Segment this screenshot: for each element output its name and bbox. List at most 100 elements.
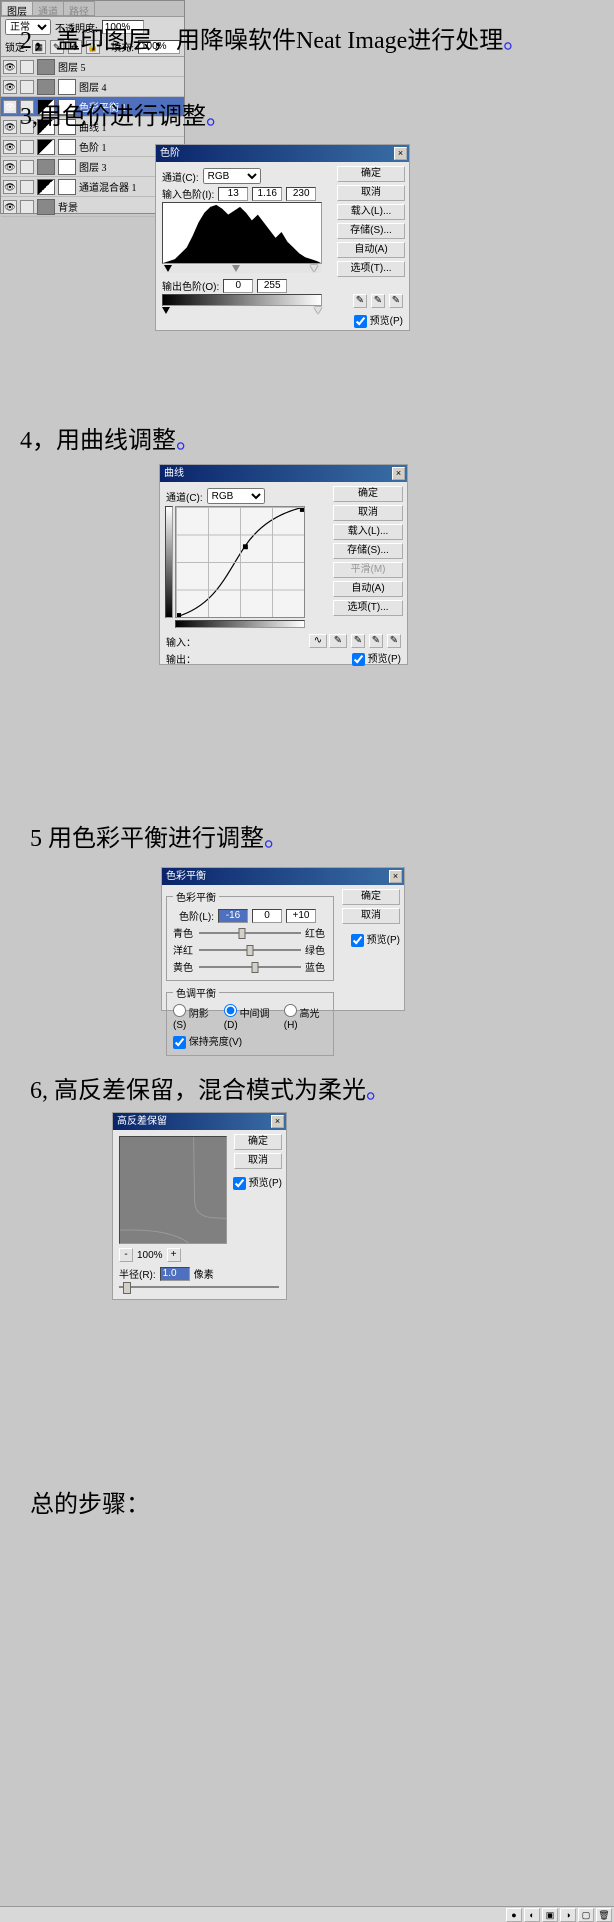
curves-load-button[interactable]: 载入(L)... bbox=[333, 524, 403, 540]
tab-channels[interactable]: 通道 bbox=[32, 1, 64, 16]
cb-preserve-checkbox[interactable]: 保持亮度(V) bbox=[173, 1033, 327, 1049]
step-2-text: 2，盖印图层，用降噪软件Neat Image进行处理。 bbox=[20, 20, 527, 55]
curves-save-button[interactable]: 存储(S)... bbox=[333, 543, 403, 559]
levels-ok-button[interactable]: 确定 bbox=[337, 166, 405, 182]
layer-set-icon[interactable]: ▣ bbox=[542, 1908, 558, 1922]
cb-slider-1[interactable]: 洋红绿色 bbox=[173, 942, 327, 957]
cb-preview-checkbox[interactable]: 预览(P) bbox=[351, 931, 400, 947]
curves-channel-select[interactable]: RGB bbox=[207, 488, 265, 504]
hp-preview-checkbox[interactable]: 预览(P) bbox=[233, 1174, 282, 1190]
curves-preview-checkbox[interactable]: 预览(P) bbox=[352, 650, 401, 666]
visibility-eye-icon[interactable]: 👁 bbox=[3, 160, 17, 174]
levels-options-button[interactable]: 选项(T)... bbox=[337, 261, 405, 277]
cb-shadows-radio[interactable]: 阴影(S) bbox=[173, 1004, 216, 1031]
levels-in-gamma[interactable] bbox=[252, 187, 282, 201]
cb-ok-button[interactable]: 确定 bbox=[342, 889, 400, 905]
new-layer-icon[interactable]: ▢ bbox=[578, 1908, 594, 1922]
cb-titlebar[interactable]: 色彩平衡 × bbox=[162, 868, 404, 885]
link-icon[interactable] bbox=[20, 140, 34, 154]
levels-out-black[interactable] bbox=[223, 279, 253, 293]
tab-paths[interactable]: 路径 bbox=[63, 1, 95, 16]
mask-thumb-icon bbox=[58, 139, 76, 155]
link-icon[interactable] bbox=[20, 80, 34, 94]
link-icon[interactable] bbox=[20, 180, 34, 194]
cb-value-2[interactable] bbox=[252, 909, 282, 923]
curves-smooth-button[interactable]: 平滑(M) bbox=[333, 562, 403, 578]
visibility-eye-icon[interactable]: 👁 bbox=[3, 100, 17, 114]
levels-titlebar[interactable]: 色阶 × bbox=[156, 145, 409, 162]
layer-thumb-icon bbox=[37, 59, 55, 75]
hp-radius-input[interactable] bbox=[160, 1267, 190, 1281]
visibility-eye-icon[interactable]: 👁 bbox=[3, 200, 17, 214]
levels-load-button[interactable]: 载入(L)... bbox=[337, 204, 405, 220]
cb-value-3[interactable] bbox=[286, 909, 316, 923]
curves-ok-button[interactable]: 确定 bbox=[333, 486, 403, 502]
eyedropper-gray-icon[interactable]: ✎ bbox=[371, 294, 385, 308]
cb-highlights-radio[interactable]: 高光(H) bbox=[284, 1004, 327, 1031]
hp-zoom-out-button[interactable]: - bbox=[119, 1248, 133, 1262]
mask-thumb-icon bbox=[58, 159, 76, 175]
levels-in-white[interactable] bbox=[286, 187, 316, 201]
levels-save-button[interactable]: 存储(S)... bbox=[337, 223, 405, 239]
cb-slider-0[interactable]: 青色红色 bbox=[173, 925, 327, 940]
cb-cancel-button[interactable]: 取消 bbox=[342, 908, 400, 924]
link-icon[interactable] bbox=[20, 60, 34, 74]
eyedropper-gray-icon[interactable]: ✎ bbox=[369, 634, 383, 648]
curve-pencil-tool-icon[interactable]: ✎ bbox=[329, 634, 347, 648]
hp-radius-slider[interactable] bbox=[119, 1282, 279, 1292]
curves-options-button[interactable]: 选项(T)... bbox=[333, 600, 403, 616]
link-icon[interactable] bbox=[20, 200, 34, 214]
step-6-text: 6, 高反差保留，混合模式为柔光。 bbox=[30, 1070, 390, 1105]
eyedropper-white-icon[interactable]: ✎ bbox=[389, 294, 403, 308]
levels-channel-select[interactable]: RGB bbox=[203, 168, 261, 184]
hp-zoom-in-button[interactable]: + bbox=[167, 1248, 181, 1262]
layer-mask-icon[interactable]: ◐ bbox=[524, 1908, 540, 1922]
trash-icon[interactable]: 🗑 bbox=[596, 1908, 612, 1922]
levels-channel-label: 通道(C): bbox=[162, 169, 199, 184]
levels-input-slider[interactable] bbox=[162, 265, 322, 273]
curve-point-tool-icon[interactable]: ∿ bbox=[309, 634, 327, 648]
adjustment-thumb-icon bbox=[37, 139, 55, 155]
cb-value-1[interactable] bbox=[218, 909, 248, 923]
hp-cancel-button[interactable]: 取消 bbox=[234, 1153, 282, 1169]
adjustment-layer-icon[interactable]: ◑ bbox=[560, 1908, 576, 1922]
curves-auto-button[interactable]: 自动(A) bbox=[333, 581, 403, 597]
visibility-eye-icon[interactable]: 👁 bbox=[3, 120, 17, 134]
hp-titlebar[interactable]: 高反差保留 × bbox=[113, 1113, 286, 1130]
eyedropper-black-icon[interactable]: ✎ bbox=[351, 634, 365, 648]
visibility-eye-icon[interactable]: 👁 bbox=[3, 140, 17, 154]
curves-output-label: 输出： bbox=[166, 655, 196, 666]
visibility-eye-icon[interactable]: 👁 bbox=[3, 60, 17, 74]
layer-row[interactable]: 👁图层 5 bbox=[1, 57, 184, 77]
levels-output-slider[interactable] bbox=[162, 307, 322, 315]
hp-title: 高反差保留 bbox=[117, 1113, 167, 1130]
close-icon[interactable]: × bbox=[271, 1115, 284, 1128]
close-icon[interactable]: × bbox=[392, 467, 405, 480]
levels-input-label: 输入色阶(I): bbox=[162, 186, 214, 201]
levels-preview-checkbox[interactable]: 预览(P) bbox=[354, 312, 403, 328]
levels-auto-button[interactable]: 自动(A) bbox=[337, 242, 405, 258]
curves-cancel-button[interactable]: 取消 bbox=[333, 505, 403, 521]
step-5-text: 5 用色彩平衡进行调整。 bbox=[30, 818, 288, 853]
hp-preview-image[interactable] bbox=[119, 1136, 227, 1244]
levels-cancel-button[interactable]: 取消 bbox=[337, 185, 405, 201]
curves-grid[interactable] bbox=[175, 506, 305, 618]
cb-slider-2[interactable]: 黄色蓝色 bbox=[173, 959, 327, 974]
close-icon[interactable]: × bbox=[394, 147, 407, 160]
visibility-eye-icon[interactable]: 👁 bbox=[3, 180, 17, 194]
cb-midtones-radio[interactable]: 中间调(D) bbox=[224, 1004, 276, 1031]
visibility-eye-icon[interactable]: 👁 bbox=[3, 80, 17, 94]
eyedropper-white-icon[interactable]: ✎ bbox=[387, 634, 401, 648]
levels-output-gradient bbox=[162, 294, 322, 306]
levels-in-black[interactable] bbox=[218, 187, 248, 201]
eyedropper-black-icon[interactable]: ✎ bbox=[353, 294, 367, 308]
curves-titlebar[interactable]: 曲线 × bbox=[160, 465, 407, 482]
tab-layers[interactable]: 图层 bbox=[1, 1, 33, 16]
layer-row[interactable]: 👁图层 4 bbox=[1, 77, 184, 97]
levels-out-white[interactable] bbox=[257, 279, 287, 293]
layer-style-icon[interactable]: ● bbox=[506, 1908, 522, 1922]
hp-ok-button[interactable]: 确定 bbox=[234, 1134, 282, 1150]
curves-channel-label: 通道(C): bbox=[166, 489, 203, 504]
link-icon[interactable] bbox=[20, 160, 34, 174]
close-icon[interactable]: × bbox=[389, 870, 402, 883]
